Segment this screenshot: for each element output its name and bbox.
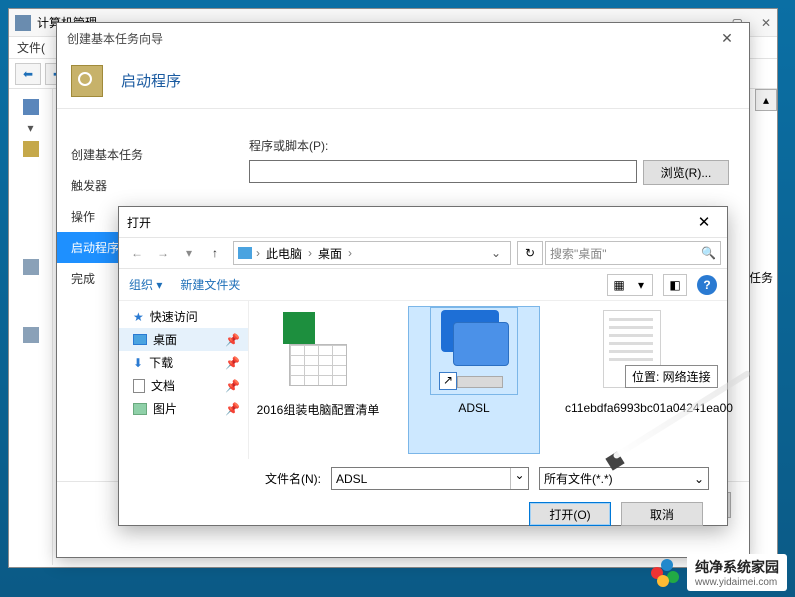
watermark-logo-icon	[651, 559, 679, 587]
address-pc-icon	[238, 247, 252, 259]
mgmt-close-button[interactable]: ✕	[761, 16, 771, 30]
nav-back-button[interactable]: ⬅	[15, 63, 41, 85]
address-seg-pc[interactable]: 此电脑	[264, 245, 304, 262]
filter-dropdown-icon[interactable]: ⌄	[694, 472, 704, 486]
organize-menu[interactable]: 组织 ▾	[129, 276, 162, 293]
open-dialog-title: 打开	[127, 214, 151, 231]
nav-back-icon[interactable]: ←	[125, 241, 149, 265]
program-script-input[interactable]	[249, 160, 637, 183]
tree-node-icon[interactable]	[23, 141, 39, 157]
mgmt-app-icon	[15, 15, 31, 31]
wizard-step-basic[interactable]: 创建基本任务	[57, 139, 225, 170]
file-label: 2016组装电脑配置清单	[253, 401, 383, 418]
nav-up-icon[interactable]: ↑	[203, 241, 227, 265]
file-label: c11ebdfa6993bc01a04241ea00	[565, 401, 695, 415]
file-filter-text: 所有文件(*.*)	[544, 470, 613, 487]
mgmt-menu-file[interactable]: 文件(	[17, 41, 45, 55]
address-seg-desktop[interactable]: 桌面	[316, 245, 344, 262]
wizard-titlebar[interactable]: 创建基本任务向导 ✕	[57, 23, 749, 53]
filename-dropdown-icon[interactable]: ⌄	[510, 468, 528, 489]
excel-file-icon	[274, 307, 362, 395]
document-icon	[133, 379, 145, 393]
new-folder-button[interactable]: 新建文件夹	[180, 276, 240, 293]
pictures-icon	[133, 403, 147, 415]
wizard-step-trigger[interactable]: 触发器	[57, 170, 225, 201]
tree-documents[interactable]: 文档 📌	[119, 374, 248, 397]
pin-icon[interactable]: 📌	[225, 356, 240, 370]
tree-storage-icon[interactable]	[23, 259, 39, 275]
open-dialog-titlebar[interactable]: 打开 ✕	[119, 207, 727, 237]
tree-desktop-label: 桌面	[153, 331, 177, 348]
chevron-right-icon[interactable]: ›	[308, 246, 312, 260]
pin-icon[interactable]: 📌	[225, 402, 240, 416]
search-icon: 🔍	[701, 246, 716, 260]
chevron-down-icon[interactable]: ▾	[630, 278, 652, 292]
open-dialog-toolbar: 组织 ▾ 新建文件夹 ▦▾ ◧ ?	[119, 269, 727, 301]
search-placeholder: 搜索"桌面"	[550, 245, 607, 262]
file-item-excel[interactable]: 2016组装电脑配置清单	[253, 307, 383, 453]
watermark-sub: www.yidaimei.com	[695, 577, 779, 588]
chevron-right-icon[interactable]: ›	[348, 246, 352, 260]
tree-desktop[interactable]: 桌面 📌	[119, 328, 248, 351]
open-button[interactable]: 打开(O)	[529, 502, 611, 526]
tree-pictures[interactable]: 图片 📌	[119, 397, 248, 420]
pin-icon[interactable]: 📌	[225, 333, 240, 347]
tree-quick-access-label: 快速访问	[150, 308, 198, 325]
tree-downloads[interactable]: ⬇ 下载 📌	[119, 351, 248, 374]
wizard-heading: 启动程序	[121, 70, 181, 91]
watermark-text: 纯净系统家园 www.yidaimei.com	[687, 554, 787, 591]
watermark: 纯净系统家园 www.yidaimei.com	[651, 554, 787, 591]
actions-collapse-button[interactable]: ▴	[755, 89, 777, 111]
tree-services-icon[interactable]	[23, 327, 39, 343]
download-icon: ⬇	[133, 356, 143, 370]
program-script-label: 程序或脚本(P):	[249, 137, 729, 154]
nav-forward-icon: →	[151, 241, 175, 265]
filename-label: 文件名(N):	[235, 470, 321, 487]
file-list-area[interactable]: 2016组装电脑配置清单 ↗ ADSL c11ebdfa6993bc01a042…	[249, 301, 727, 459]
wizard-header: 启动程序	[57, 53, 749, 109]
open-cancel-button[interactable]: 取消	[621, 502, 703, 526]
file-tooltip: 位置: 网络连接	[625, 365, 718, 388]
open-dialog-close-button[interactable]: ✕	[689, 213, 719, 231]
desktop-icon	[133, 334, 147, 345]
tree-pictures-label: 图片	[153, 400, 177, 417]
chevron-right-icon[interactable]: ›	[256, 246, 260, 260]
open-dialog-footer: 文件名(N): ⌄ 所有文件(*.*) ⌄ 打开(O) 取消	[119, 459, 727, 536]
file-item-adsl[interactable]: ↗ ADSL	[409, 307, 539, 453]
view-mode-split-button[interactable]: ▦▾	[607, 274, 653, 296]
browse-button[interactable]: 浏览(R)...	[643, 160, 729, 185]
mgmt-tree-pane[interactable]: ▾	[9, 89, 53, 565]
tree-documents-label: 文档	[151, 377, 175, 394]
tree-expander-icon[interactable]: ▾	[11, 121, 50, 135]
address-dropdown-icon[interactable]: ⌄	[486, 246, 506, 260]
wizard-header-icon	[71, 65, 103, 97]
filename-input[interactable]	[332, 468, 510, 489]
tree-quick-access[interactable]: ★ 快速访问	[119, 305, 248, 328]
open-dialog-nav-tree[interactable]: ★ 快速访问 桌面 📌 ⬇ 下载 📌 文档 📌 图片 📌	[119, 301, 249, 459]
preview-pane-icon[interactable]: ◧	[664, 278, 686, 292]
pin-icon[interactable]: 📌	[225, 379, 240, 393]
file-open-dialog: 打开 ✕ ← → ▾ ↑ › 此电脑 › 桌面 › ⌄ ↻ 搜索"桌面" 🔍 组…	[118, 206, 728, 526]
tree-root-icon[interactable]	[23, 99, 39, 115]
address-bar[interactable]: › 此电脑 › 桌面 › ⌄	[233, 241, 511, 265]
file-filter-combo[interactable]: 所有文件(*.*) ⌄	[539, 467, 709, 490]
filename-combo[interactable]: ⌄	[331, 467, 529, 490]
network-shortcut-icon: ↗	[430, 307, 518, 395]
star-icon: ★	[133, 310, 144, 324]
open-dialog-navbar: ← → ▾ ↑ › 此电脑 › 桌面 › ⌄ ↻ 搜索"桌面" 🔍	[119, 237, 727, 269]
refresh-button[interactable]: ↻	[517, 241, 543, 265]
actions-pane-label: 任务	[749, 269, 773, 286]
watermark-main: 纯净系统家园	[695, 557, 779, 577]
help-icon[interactable]: ?	[697, 275, 717, 295]
search-input[interactable]: 搜索"桌面" 🔍	[545, 241, 721, 265]
view-icons-icon[interactable]: ▦	[608, 278, 630, 292]
nav-recent-dropdown-icon[interactable]: ▾	[177, 241, 201, 265]
tree-downloads-label: 下载	[149, 354, 173, 371]
wizard-close-button[interactable]: ✕	[715, 30, 739, 47]
wizard-title-text: 创建基本任务向导	[67, 30, 163, 47]
file-label: ADSL	[409, 401, 539, 415]
shortcut-arrow-icon: ↗	[439, 372, 457, 390]
preview-pane-button[interactable]: ◧	[663, 274, 687, 296]
